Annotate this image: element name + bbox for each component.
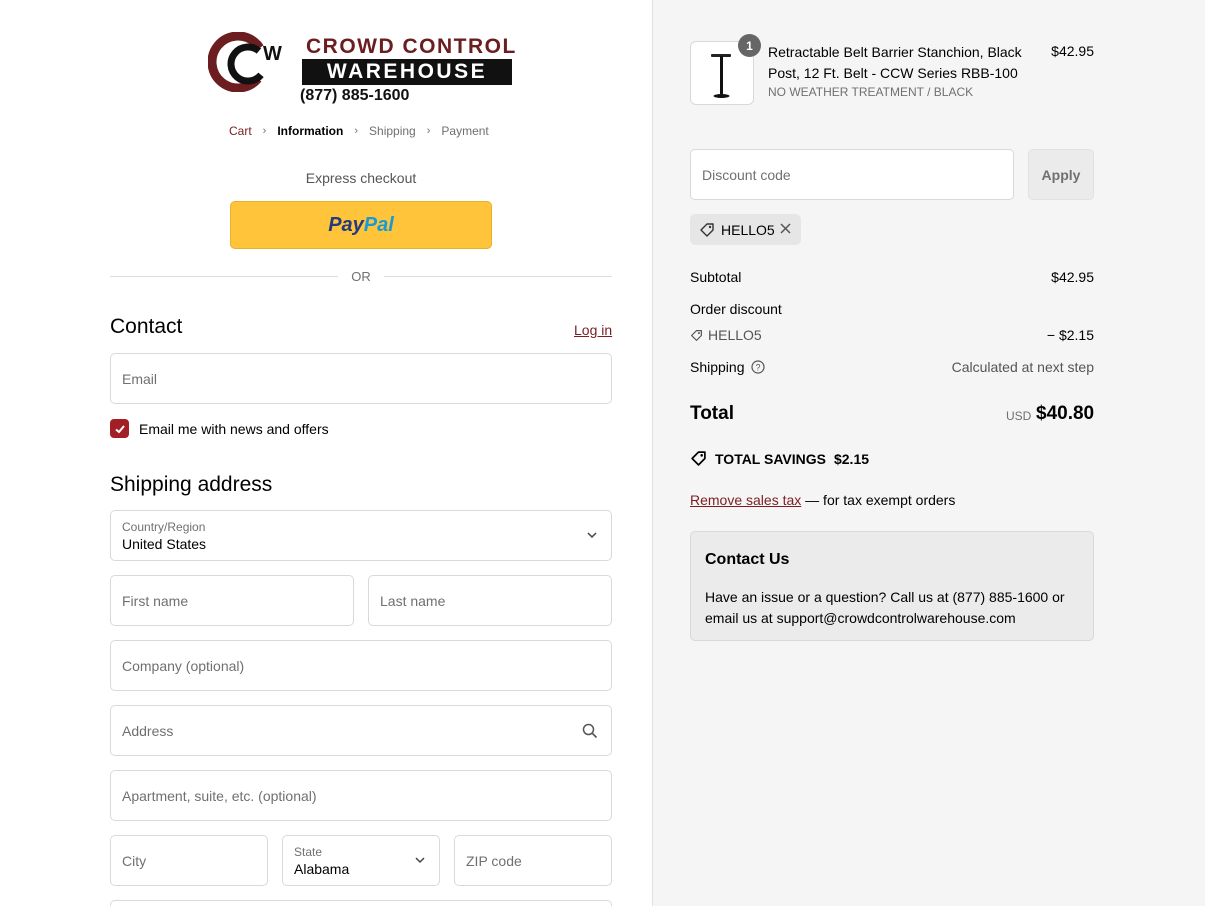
newsletter-label: Email me with news and offers (139, 420, 329, 437)
checkmark-icon (114, 424, 125, 433)
email-field[interactable]: Email (110, 353, 612, 404)
phone-field-partial[interactable] (110, 900, 612, 906)
last-name-field[interactable]: Last name (368, 575, 612, 626)
breadcrumb: Cart › Information › Shipping › Payment (229, 124, 489, 138)
quantity-badge: 1 (738, 34, 761, 57)
savings-label: TOTAL SAVINGS (715, 450, 826, 467)
apartment-field[interactable]: Apartment, suite, etc. (optional) (110, 770, 612, 821)
login-link[interactable]: Log in (574, 322, 612, 338)
remove-discount-icon[interactable] (779, 222, 792, 235)
or-divider: OR (110, 268, 612, 286)
zip-field[interactable]: ZIP code (454, 835, 612, 886)
logo-line2: WAREHOUSE (302, 59, 512, 85)
tag-icon (700, 222, 714, 237)
express-checkout-label: Express checkout (305, 170, 417, 186)
checkout-form-panel: W CROWD CONTROL WAREHOUSE (877) 885-1600… (0, 0, 652, 906)
logo-phone: (877) 885-1600 (300, 87, 410, 104)
chevron-down-icon (587, 532, 597, 539)
product-title: Retractable Belt Barrier Stanchion, Blac… (768, 44, 1022, 81)
tax-exempt-suffix: — for tax exempt orders (801, 492, 956, 508)
contact-us-title: Contact Us (705, 551, 790, 568)
paypal-logo: PayPal (328, 213, 394, 236)
product-price: $42.95 (1051, 43, 1094, 59)
state-select[interactable]: State Alabama (282, 835, 440, 886)
newsletter-checkbox-row[interactable]: Email me with news and offers (110, 419, 329, 438)
breadcrumb-cart[interactable]: Cart (229, 124, 252, 138)
applied-code-label: HELLO5 (721, 221, 775, 238)
first-name-field[interactable]: First name (110, 575, 354, 626)
chevron-right-icon: › (262, 125, 267, 137)
country-select[interactable]: Country/Region United States (110, 510, 612, 561)
svg-text:W: W (263, 43, 282, 65)
discount-code-input[interactable]: Discount code (690, 149, 1014, 200)
help-icon[interactable]: ? (750, 360, 765, 374)
tag-icon (691, 451, 706, 466)
total-label: Total (690, 403, 734, 424)
contact-us-box: Contact Us Have an issue or a question? … (690, 531, 1094, 641)
discount-code-label: HELLO5 (708, 327, 762, 343)
logo-line1: CROWD CONTROL (306, 35, 517, 58)
contact-heading: Contact (110, 315, 183, 338)
shipping-label: Shipping (690, 359, 745, 375)
paypal-button[interactable]: PayPal (230, 201, 492, 249)
svg-text:?: ? (755, 363, 760, 373)
city-field[interactable]: City (110, 835, 268, 886)
remove-sales-tax-link[interactable]: Remove sales tax (690, 492, 801, 508)
newsletter-checkbox[interactable] (110, 419, 129, 438)
apply-discount-button[interactable]: Apply (1028, 149, 1094, 200)
company-field[interactable]: Company (optional) (110, 640, 612, 691)
breadcrumb-information: Information (277, 124, 344, 138)
total-value: $40.80 (1036, 403, 1095, 424)
chevron-down-icon (415, 857, 425, 864)
contact-us-body: Have an issue or a question? Call us at … (705, 589, 1065, 626)
shipping-value: Calculated at next step (951, 359, 1094, 375)
store-logo[interactable]: W CROWD CONTROL WAREHOUSE (877) 885-1600 (208, 32, 517, 106)
savings-value: $2.15 (833, 450, 870, 467)
search-icon (582, 723, 598, 739)
address-field[interactable]: Address (110, 705, 612, 756)
chevron-right-icon: › (426, 125, 431, 137)
total-currency: USD (1006, 409, 1032, 423)
applied-discount-chip: HELLO5 (690, 214, 801, 245)
breadcrumb-payment: Payment (441, 124, 489, 138)
chevron-right-icon: › (354, 125, 359, 137)
tag-icon (691, 329, 702, 341)
breadcrumb-shipping: Shipping (369, 124, 416, 138)
total-savings: TOTAL SAVINGS $2.15 (690, 450, 869, 467)
shipping-address-heading: Shipping address (110, 473, 273, 496)
discount-amount: − $2.15 (1046, 327, 1094, 343)
ccw-logo-icon: W (208, 32, 282, 92)
tax-exempt-row: Remove sales tax — for tax exempt orders (690, 492, 955, 508)
product-variant: NO WEATHER TREATMENT / BLACK (768, 85, 974, 99)
